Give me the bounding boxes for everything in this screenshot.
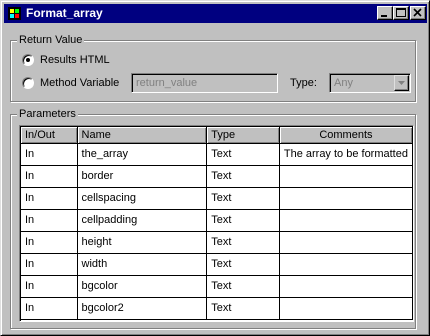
param-direction-cell[interactable]: In [21, 297, 78, 320]
type-select[interactable]: Any [329, 73, 411, 93]
parameter-row[interactable]: In bgcolor2 Text [21, 297, 413, 320]
radio-selected-dot [26, 58, 30, 62]
parameter-row[interactable]: In cellspacing Text [21, 187, 413, 210]
format-array-window: Format_array Return Value Results HTML M… [0, 0, 430, 336]
param-name-cell[interactable]: cellpadding [77, 209, 208, 232]
param-direction-cell[interactable]: In [21, 187, 78, 210]
type-label: Type: [290, 77, 317, 89]
parameters-grid[interactable]: In/Out Name Type Comments In the_array Tex… [19, 125, 414, 322]
close-button[interactable] [410, 6, 426, 20]
parameter-row[interactable]: In cellpadding Text [21, 209, 413, 232]
parameter-row[interactable]: In width Text [21, 253, 413, 276]
results-html-radio[interactable] [22, 54, 34, 66]
chevron-down-icon [398, 81, 405, 85]
param-direction-cell[interactable]: In [21, 231, 78, 254]
title-bar[interactable]: Format_array [4, 4, 427, 23]
parameter-row[interactable]: In the_array Text The array to be formatted [21, 143, 413, 166]
parameters-group-label: Parameters [17, 107, 78, 121]
return-variable-field[interactable]: return_value [131, 73, 278, 93]
param-type-cell[interactable]: Text [206, 165, 280, 188]
window-title: Format_array [26, 6, 103, 20]
method-variable-radio[interactable] [22, 77, 34, 89]
param-direction-cell[interactable]: In [21, 165, 78, 188]
grid-header-row: In/Out Name Type Comments [21, 127, 413, 144]
param-type-cell[interactable]: Text [206, 209, 280, 232]
parameter-row[interactable]: In bgcolor Text [21, 275, 413, 298]
param-name-cell[interactable]: cellspacing [77, 187, 208, 210]
return-value-group-label: Return Value [17, 33, 85, 47]
parameters-table: In/Out Name Type Comments In the_array Tex… [21, 127, 413, 320]
param-comment-cell[interactable] [279, 297, 413, 320]
param-direction-cell[interactable]: In [21, 275, 78, 298]
param-comment-cell[interactable] [279, 165, 413, 188]
maximize-button[interactable] [393, 6, 409, 20]
return-variable-value: return_value [136, 77, 198, 89]
close-icon [413, 8, 422, 17]
param-name-cell[interactable]: height [77, 231, 208, 254]
column-header-comments[interactable]: Comments [279, 127, 413, 144]
param-name-cell[interactable]: width [77, 253, 208, 276]
maximize-icon [396, 8, 406, 17]
param-direction-cell[interactable]: In [21, 209, 78, 232]
minimize-button[interactable] [377, 6, 393, 20]
param-comment-cell[interactable] [279, 253, 413, 276]
param-comment-cell[interactable] [279, 187, 413, 210]
param-name-cell[interactable]: the_array [77, 143, 208, 166]
type-dropdown-button[interactable] [394, 75, 409, 91]
method-variable-label[interactable]: Method Variable [40, 76, 119, 90]
param-type-cell[interactable]: Text [206, 297, 280, 320]
param-type-cell[interactable]: Text [206, 253, 280, 276]
type-select-value: Any [334, 77, 353, 89]
minimize-icon [381, 15, 387, 17]
column-header-type[interactable]: Type [206, 127, 280, 144]
param-comment-cell[interactable] [279, 209, 413, 232]
param-name-cell[interactable]: bgcolor2 [77, 297, 208, 320]
column-header-name[interactable]: Name [77, 127, 208, 144]
app-icon [8, 7, 21, 20]
parameter-row[interactable]: In height Text [21, 231, 413, 254]
param-direction-cell[interactable]: In [21, 143, 78, 166]
param-name-cell[interactable]: bgcolor [77, 275, 208, 298]
results-html-label[interactable]: Results HTML [40, 53, 110, 67]
param-type-cell[interactable]: Text [206, 187, 280, 210]
param-comment-cell[interactable] [279, 275, 413, 298]
param-type-cell[interactable]: Text [206, 275, 280, 298]
param-comment-cell[interactable]: The array to be formatted [279, 143, 413, 166]
parameter-row[interactable]: In border Text [21, 165, 413, 188]
param-type-cell[interactable]: Text [206, 231, 280, 254]
column-header-in-out[interactable]: In/Out [21, 127, 78, 144]
param-type-cell[interactable]: Text [206, 143, 280, 166]
param-comment-cell[interactable] [279, 231, 413, 254]
param-direction-cell[interactable]: In [21, 253, 78, 276]
param-name-cell[interactable]: border [77, 165, 208, 188]
